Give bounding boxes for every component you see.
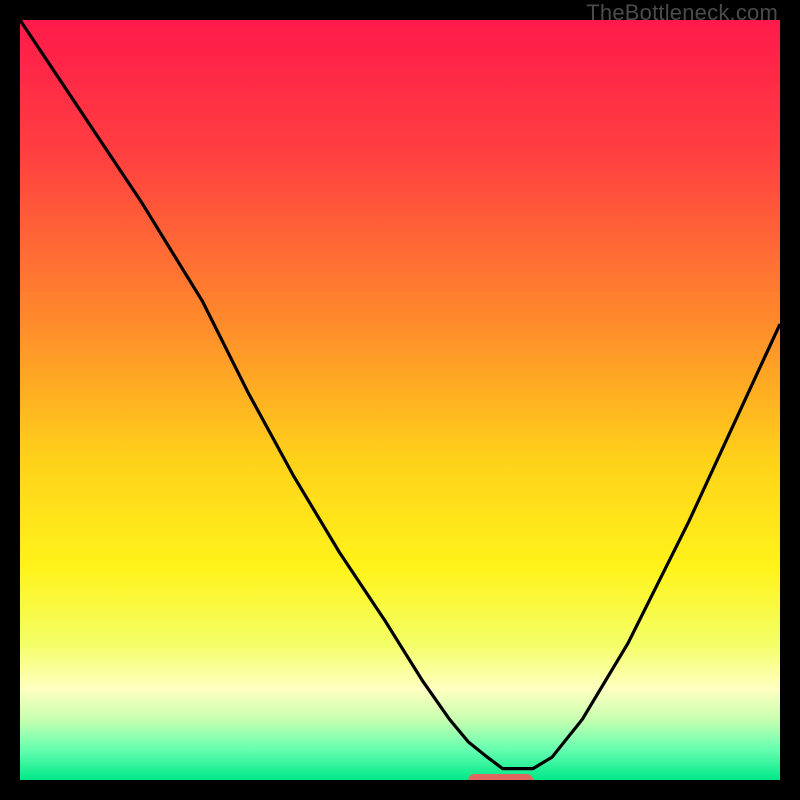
chart-svg	[20, 20, 780, 780]
plot-area	[20, 20, 780, 780]
min-marker	[468, 774, 533, 780]
chart-frame: TheBottleneck.com	[0, 0, 800, 800]
gradient-background	[20, 20, 780, 780]
